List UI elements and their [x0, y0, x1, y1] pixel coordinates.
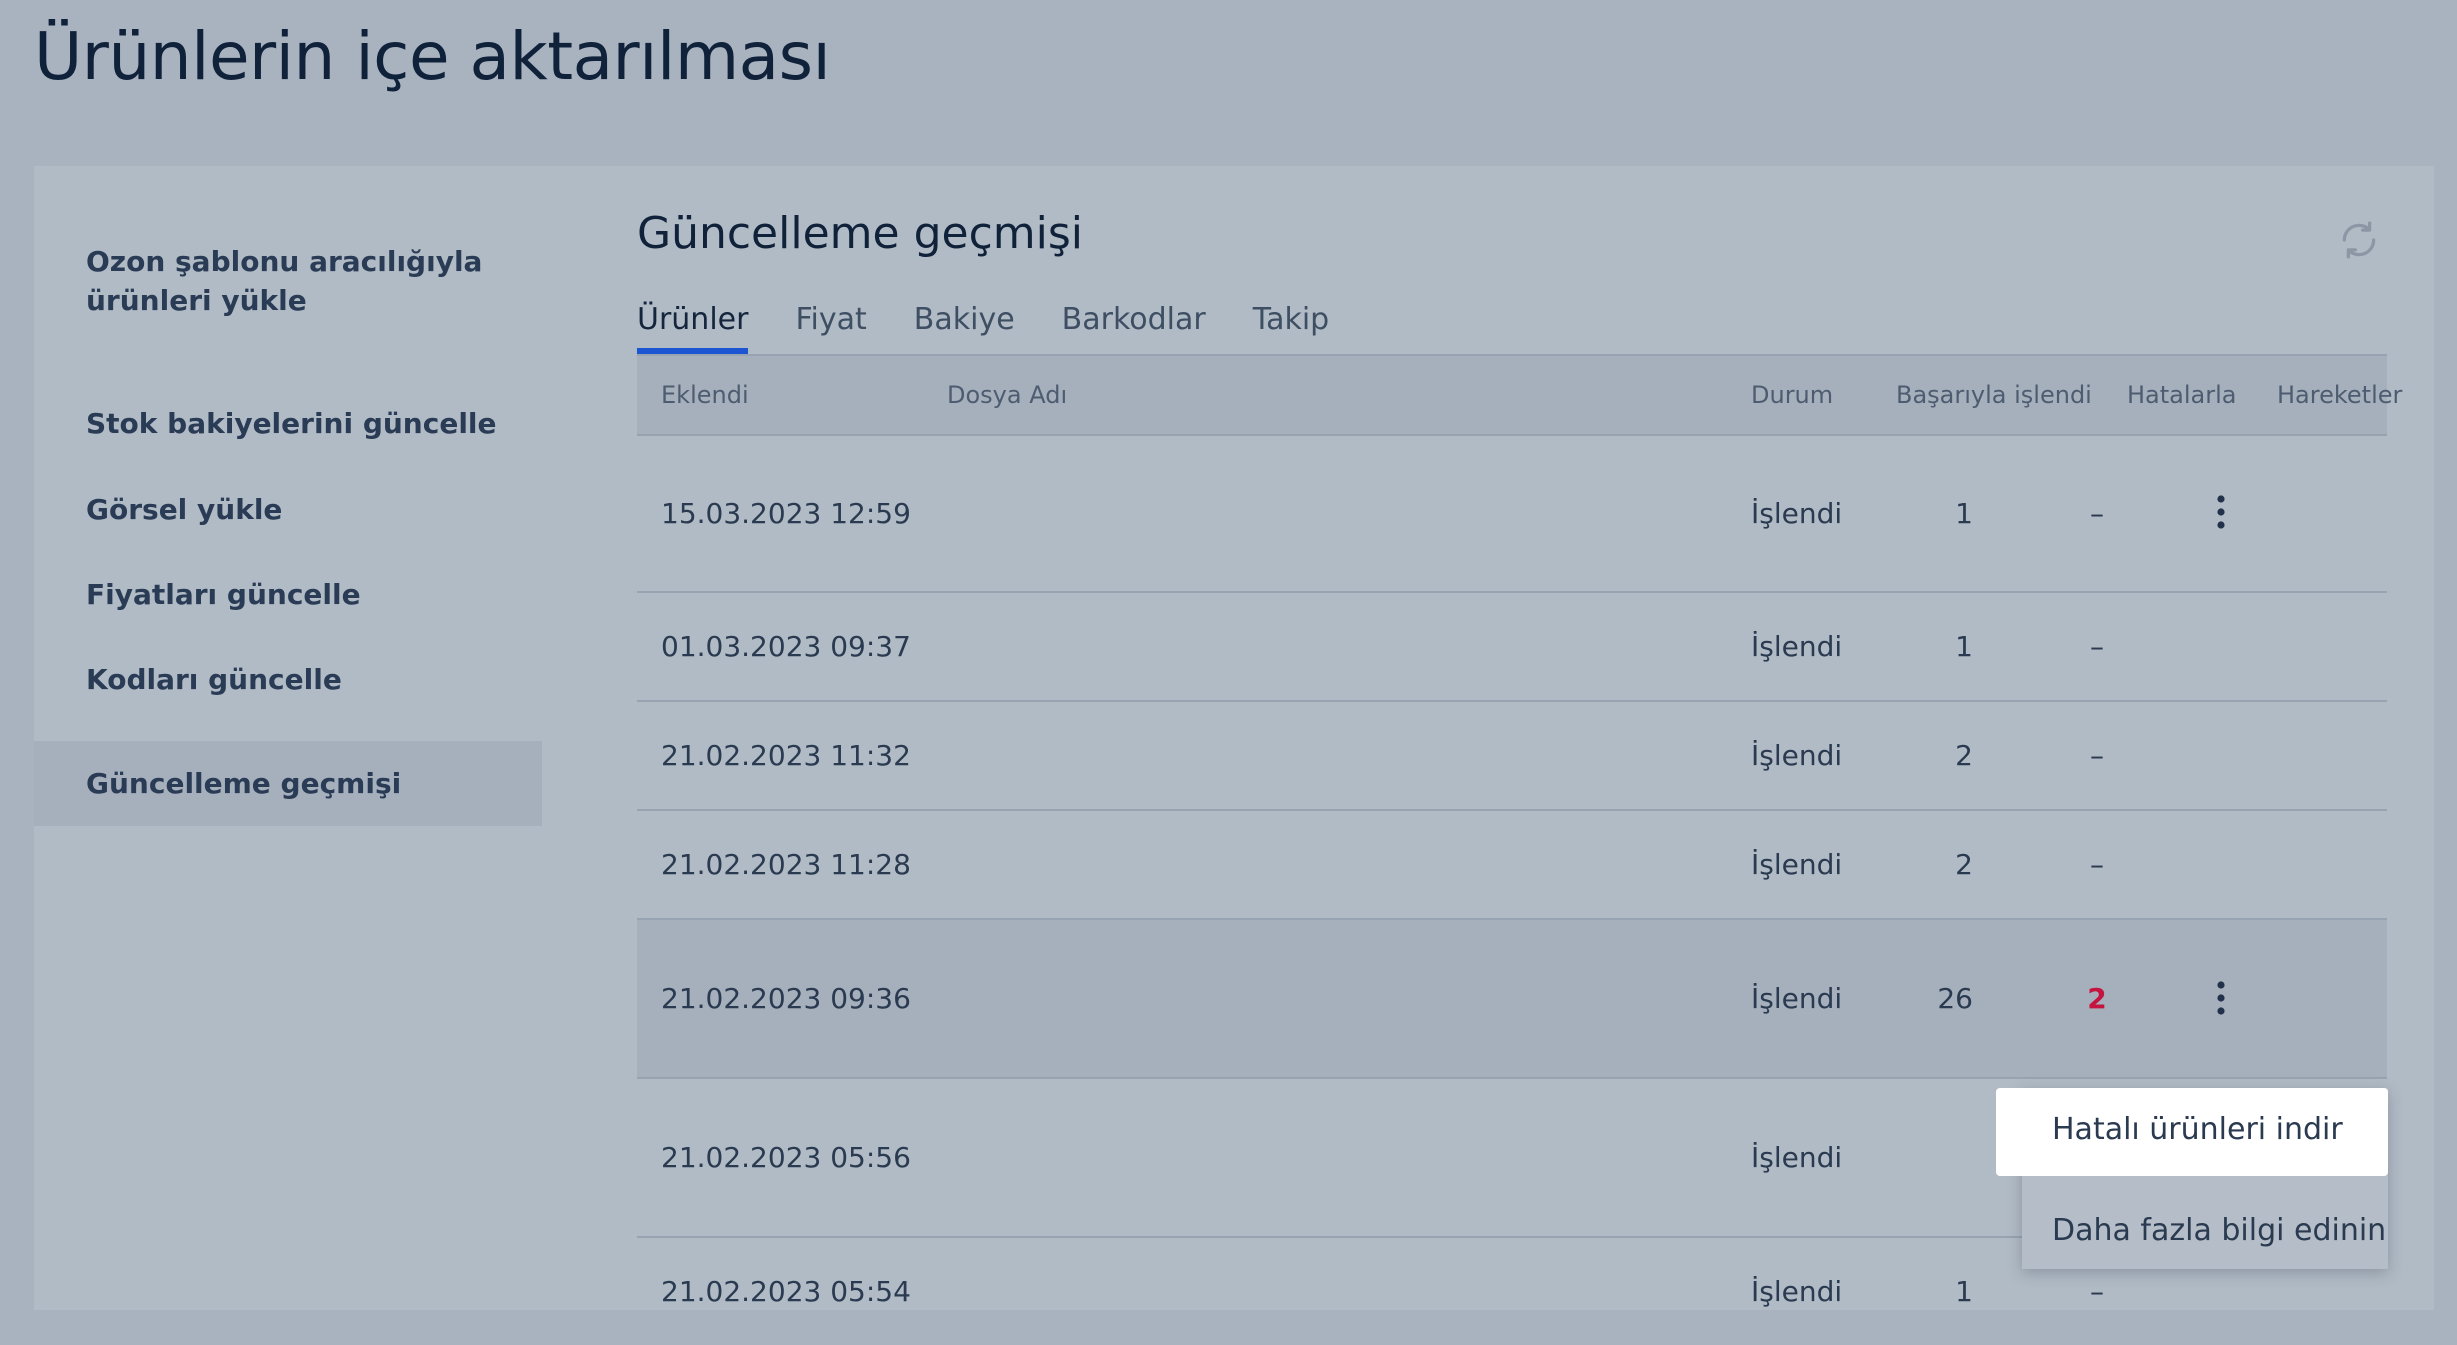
row-date: 21.02.2023 09:36 — [661, 982, 911, 1015]
row-status: İşlendi — [1751, 497, 1843, 530]
row-date: 21.02.2023 05:54 — [661, 1275, 911, 1308]
row-success-count: 1 — [1955, 630, 1973, 663]
sidebar-item-codes[interactable]: Kodları güncelle — [34, 660, 342, 699]
row-date: 21.02.2023 11:32 — [661, 739, 911, 772]
row-status: İşlendi — [1751, 739, 1843, 772]
row-success-count: 26 — [1937, 982, 1973, 1015]
sidebar-item-prices[interactable]: Fiyatları güncelle — [34, 575, 361, 614]
column-header-success[interactable]: Başarıyla işlendi — [1896, 356, 2092, 434]
row-error-count: – — [2090, 497, 2104, 530]
table-row: 21.02.2023 09:36 İşlendi 26 2 — [637, 920, 2387, 1079]
column-header-actions: Hareketler — [2277, 381, 2403, 409]
tab-tracking-numbers[interactable]: Takip numaraları — [1253, 284, 1417, 409]
row-date: 15.03.2023 12:59 — [661, 497, 911, 530]
learn-more-item[interactable]: Daha fazla bilgi edinin — [2022, 1206, 2388, 1256]
row-date: 01.03.2023 09:37 — [661, 630, 911, 663]
sidebar-item-ozon-template[interactable]: Ozon şablonu aracılığıyla ürünleri yükle — [34, 242, 486, 320]
column-header-added[interactable]: Eklendi — [661, 356, 749, 434]
column-header-file-name[interactable]: Dosya Adı — [947, 356, 1067, 434]
tab-bar: Ürünler Fiyat Bakiye Barkodlar Takip num… — [637, 284, 1440, 409]
row-status: İşlendi — [1751, 1275, 1843, 1308]
row-status: İşlendi — [1751, 1141, 1843, 1174]
sidebar-item-history[interactable]: Güncelleme geçmişi — [34, 741, 542, 826]
column-header-status[interactable]: Durum — [1751, 356, 1833, 434]
tab-products[interactable]: Ürünler — [637, 284, 749, 354]
row-success-count: 2 — [1955, 848, 1973, 881]
download-error-products-item[interactable]: Hatalı ürünleri indir — [1996, 1088, 2388, 1176]
row-error-count: – — [2090, 848, 2104, 881]
row-success-count: 1 — [1955, 1275, 1973, 1308]
row-status: İşlendi — [1751, 848, 1843, 881]
table-row: 01.03.2023 09:37 İşlendi 1 – — [637, 593, 2387, 702]
more-actions-icon[interactable] — [2211, 980, 2231, 1016]
table-row: 15.03.2023 12:59 İşlendi 1 – — [637, 436, 2387, 593]
row-success-count: 2 — [1955, 739, 1973, 772]
page-title: Ürünlerin içe aktarılması — [34, 18, 831, 95]
column-header-errors[interactable]: Hatalarla — [2127, 356, 2237, 434]
table-row: 21.02.2023 11:28 İşlendi 2 – — [637, 811, 2387, 920]
tab-barcodes[interactable]: Barkodlar — [1062, 284, 1206, 351]
refresh-icon[interactable] — [2337, 218, 2381, 262]
tab-balance[interactable]: Bakiye — [914, 284, 1015, 351]
row-error-count: – — [2090, 739, 2104, 772]
tab-price[interactable]: Fiyat — [795, 284, 866, 351]
table-row: 21.02.2023 11:32 İşlendi 2 – — [637, 702, 2387, 811]
sidebar-item-images[interactable]: Görsel yükle — [34, 490, 282, 529]
row-actions-menu: Hatalı ürünleri indir Daha fazla bilgi e… — [1996, 1088, 2388, 1269]
sidebar-item-stock[interactable]: Stok bakiyelerini güncelle — [34, 404, 497, 443]
more-actions-icon[interactable] — [2211, 494, 2231, 530]
row-status: İşlendi — [1751, 982, 1843, 1015]
table-header: Eklendi Dosya Adı Durum Başarıyla işlend… — [637, 354, 2402, 436]
row-success-count: 1 — [1955, 497, 1973, 530]
row-date: 21.02.2023 05:56 — [661, 1141, 911, 1174]
row-error-count[interactable]: 2 — [2057, 920, 2137, 1077]
section-title: Güncelleme geçmişi — [637, 208, 1083, 259]
row-error-count: – — [2090, 630, 2104, 663]
row-status: İşlendi — [1751, 630, 1843, 663]
row-date: 21.02.2023 11:28 — [661, 848, 911, 881]
